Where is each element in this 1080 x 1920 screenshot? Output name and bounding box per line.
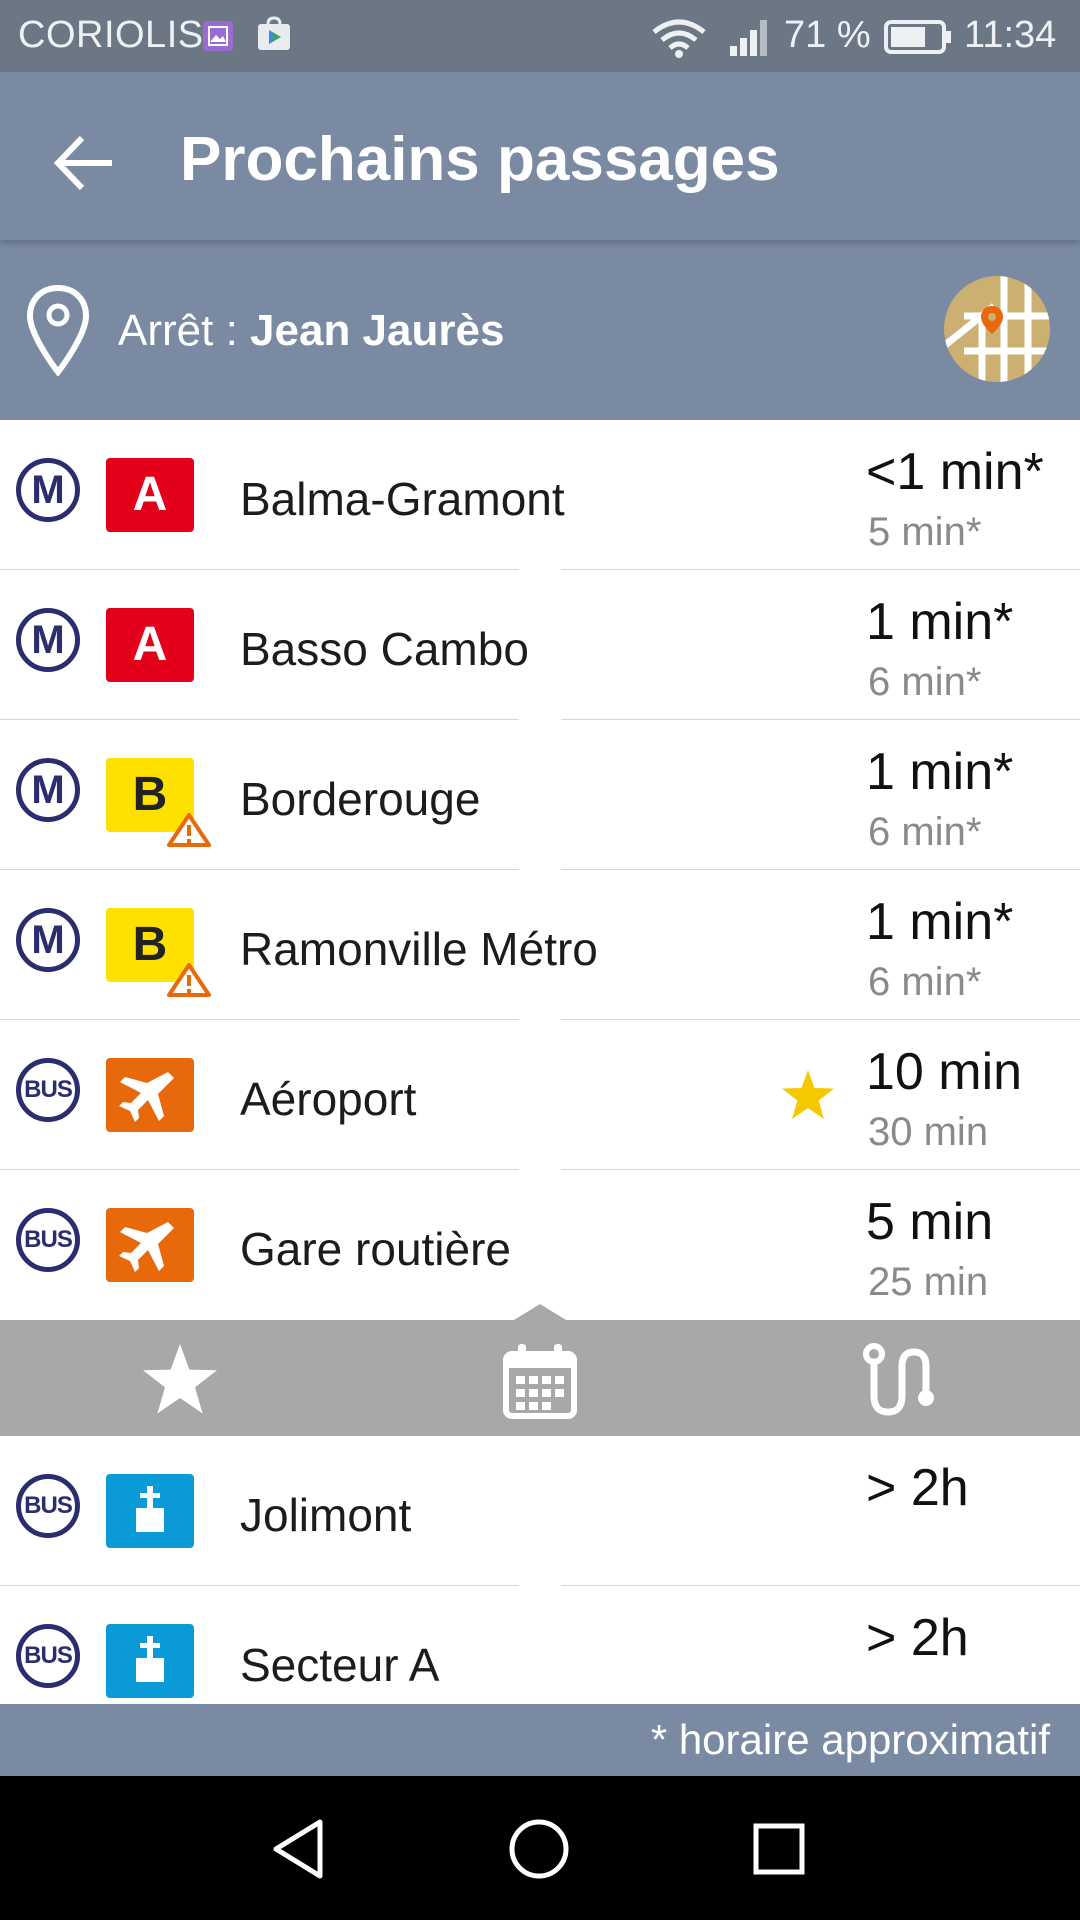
following-departure: 30 min: [868, 1110, 989, 1154]
carrier-name: CORIOLIS: [18, 14, 204, 56]
destination: Basso Cambo: [240, 623, 529, 675]
metro-mode-badge: M: [16, 908, 80, 972]
line-badge-cemetery: [106, 1624, 194, 1698]
footer-note-bar: * horaire approximatif: [0, 1704, 1080, 1776]
action-toolbar: [0, 1304, 1080, 1436]
line-badge-airport: [106, 1208, 194, 1282]
gallery-icon: [203, 21, 233, 51]
departure-row[interactable]: BUS Gare routière 5 min 25 min: [0, 1170, 1080, 1320]
bus-mode-badge: BUS: [16, 1624, 80, 1688]
next-departure: > 2h: [866, 1459, 969, 1517]
map-marker-icon: [944, 276, 1050, 382]
cemetery-icon: [136, 1486, 164, 1532]
airplane-icon: [119, 1072, 174, 1122]
destination: Gare routière: [240, 1223, 512, 1275]
metro-mode-badge: M: [16, 608, 80, 672]
metro-mode-badge: M: [16, 458, 80, 522]
line-badge-airport: [106, 1058, 194, 1132]
back-triangle-icon[interactable]: [266, 1814, 336, 1884]
page-title: Prochains passages: [180, 125, 780, 194]
bus-mode-badge: BUS: [16, 1208, 80, 1272]
app-bar: Prochains passages: [0, 72, 1080, 240]
departure-row[interactable]: M B Ramonville Métro 1 min* 6 min*: [0, 870, 1080, 1034]
following-departure: 5 min*: [868, 510, 982, 554]
map-button[interactable]: [944, 276, 1050, 382]
location-pin-icon: [26, 284, 90, 376]
stop-prefix: Arrêt :: [118, 306, 251, 355]
footer-note: * horaire approximatif: [650, 1716, 1050, 1763]
following-departure: 6 min*: [868, 810, 982, 854]
next-departure: 10 min: [866, 1043, 1023, 1101]
following-departure: 6 min*: [868, 660, 982, 704]
next-departure: 5 min: [866, 1193, 994, 1251]
line-badge-cemetery: [106, 1474, 194, 1548]
departure-row[interactable]: M A Balma-Gramont <1 min* 5 min*: [0, 420, 1080, 584]
destination: Balma-Gramont: [240, 473, 565, 525]
metro-mode-badge: M: [16, 758, 80, 822]
departure-row[interactable]: M A Basso Cambo 1 min* 6 min*: [0, 570, 1080, 734]
warning-icon[interactable]: [166, 962, 212, 998]
next-departure: 1 min*: [866, 893, 1014, 951]
line-badge-a: A: [106, 608, 194, 682]
arrow-back-icon[interactable]: [50, 128, 120, 198]
battery-icon: [884, 20, 951, 54]
route-icon[interactable]: [860, 1340, 940, 1420]
stop-name: Jean Jaurès: [250, 306, 505, 355]
following-departure: 25 min: [868, 1260, 989, 1304]
status-bar: CORIOLIS 71 % 11:34: [0, 0, 1080, 72]
next-departure: <1 min*: [866, 443, 1044, 501]
bus-mode-badge: BUS: [16, 1474, 80, 1538]
line-badge-a: A: [106, 458, 194, 532]
play-store-icon: [258, 16, 290, 50]
favorite-star-icon[interactable]: [780, 1068, 836, 1122]
cemetery-icon: [136, 1636, 164, 1682]
departure-row[interactable]: BUS Aéroport 10 min 30 min: [0, 1020, 1080, 1184]
star-icon[interactable]: [140, 1340, 220, 1420]
signal-icon: [730, 20, 767, 56]
clock: 11:34: [964, 14, 1057, 56]
destination: Aéroport: [240, 1073, 417, 1125]
destination: Borderouge: [240, 773, 481, 825]
stop-header: Arrêt : Jean Jaurès: [0, 240, 1080, 420]
wifi-icon: [652, 19, 706, 58]
bus-mode-badge: BUS: [16, 1058, 80, 1122]
stop-label: Arrêt : Jean Jaurès: [118, 306, 504, 356]
next-departure: 1 min*: [866, 743, 1014, 801]
next-departure: > 2h: [866, 1609, 969, 1667]
system-nav-bar: [0, 1776, 1080, 1920]
destination: Jolimont: [240, 1489, 412, 1541]
toolbar-notch: [514, 1304, 566, 1320]
airplane-icon: [119, 1222, 174, 1272]
home-circle-icon[interactable]: [504, 1814, 574, 1884]
warning-icon[interactable]: [166, 812, 212, 848]
battery-percent: 71 %: [784, 14, 871, 56]
destination: Ramonville Métro: [240, 923, 598, 975]
following-departure: 6 min*: [868, 960, 982, 1004]
destination: Secteur A: [240, 1639, 440, 1691]
departure-row[interactable]: BUS Jolimont > 2h: [0, 1436, 1080, 1600]
calendar-icon[interactable]: [500, 1340, 580, 1420]
next-departure: 1 min*: [866, 593, 1014, 651]
recents-square-icon[interactable]: [744, 1814, 814, 1884]
departure-row[interactable]: M B Borderouge 1 min* 6 min*: [0, 720, 1080, 884]
